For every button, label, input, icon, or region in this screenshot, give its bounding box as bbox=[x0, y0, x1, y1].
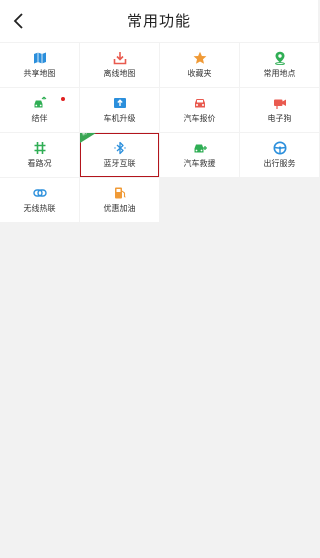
top-bar: 常用功能 bbox=[0, 0, 318, 42]
grid-item-label: 结伴 bbox=[31, 114, 48, 123]
location-pin-icon bbox=[274, 51, 285, 65]
traffic-icon bbox=[34, 142, 45, 154]
grid-item-wireless-link[interactable]: 无线热联 bbox=[0, 178, 79, 222]
grid-item-frequent-places[interactable]: 常用地点 bbox=[240, 43, 319, 87]
grid-item-travel-service[interactable]: 出行服务 bbox=[240, 133, 319, 177]
wireless-link-icon bbox=[32, 189, 47, 197]
car-group-icon bbox=[34, 96, 46, 108]
grid-item-car-rescue[interactable]: 汽车救援 bbox=[160, 133, 239, 177]
grid-item-label: 汽车救援 bbox=[183, 159, 216, 168]
new-badge: 新 bbox=[80, 133, 96, 143]
grid-item-companion[interactable]: 结伴 bbox=[0, 88, 79, 132]
grid-item-label: 无线热联 bbox=[23, 204, 56, 213]
upload-icon bbox=[113, 98, 126, 108]
function-grid: 共享地图 离线地图 收藏夹 常用地点 结伴 车机升级 汽车报价 电子狗 看路况 … bbox=[0, 43, 319, 222]
grid-item-offline-map[interactable]: 离线地图 bbox=[80, 43, 159, 87]
grid-item-label: 共享地图 bbox=[23, 69, 56, 78]
bluetooth-icon bbox=[113, 141, 126, 155]
notification-dot bbox=[61, 97, 65, 101]
grid-item-label: 看路况 bbox=[27, 159, 52, 168]
map-icon bbox=[33, 52, 46, 64]
grid-item-label: 收藏夹 bbox=[187, 69, 212, 78]
grid-item-label: 汽车报价 bbox=[183, 114, 216, 123]
star-icon bbox=[193, 51, 206, 64]
grid-item-bluetooth[interactable]: 新 蓝牙互联 bbox=[80, 133, 159, 177]
grid-item-e-dog[interactable]: 电子狗 bbox=[240, 88, 319, 132]
car-price-icon bbox=[194, 99, 205, 108]
grid-item-label: 电子狗 bbox=[267, 114, 292, 123]
grid-item-label: 蓝牙互联 bbox=[103, 159, 136, 168]
fuel-pump-icon bbox=[114, 187, 125, 199]
grid-item-label: 车机升级 bbox=[103, 114, 136, 123]
grid-item-car-price[interactable]: 汽车报价 bbox=[160, 88, 239, 132]
steering-wheel-icon bbox=[273, 141, 286, 155]
grid-item-car-upgrade[interactable]: 车机升级 bbox=[80, 88, 159, 132]
grid-item-favorites[interactable]: 收藏夹 bbox=[160, 43, 239, 87]
grid-item-label: 优惠加油 bbox=[103, 204, 136, 213]
page-title: 常用功能 bbox=[126, 12, 191, 30]
camera-icon bbox=[273, 99, 286, 109]
download-icon bbox=[113, 52, 126, 65]
grid-item-shared-map[interactable]: 共享地图 bbox=[0, 43, 79, 87]
grid-item-label: 离线地图 bbox=[103, 69, 136, 78]
grid-item-label: 常用地点 bbox=[263, 69, 296, 78]
car-rescue-icon bbox=[194, 144, 207, 153]
grid-item-traffic[interactable]: 看路况 bbox=[0, 133, 79, 177]
grid-item-label: 出行服务 bbox=[263, 159, 296, 168]
grid-item-fuel-discount[interactable]: 优惠加油 bbox=[80, 178, 159, 222]
